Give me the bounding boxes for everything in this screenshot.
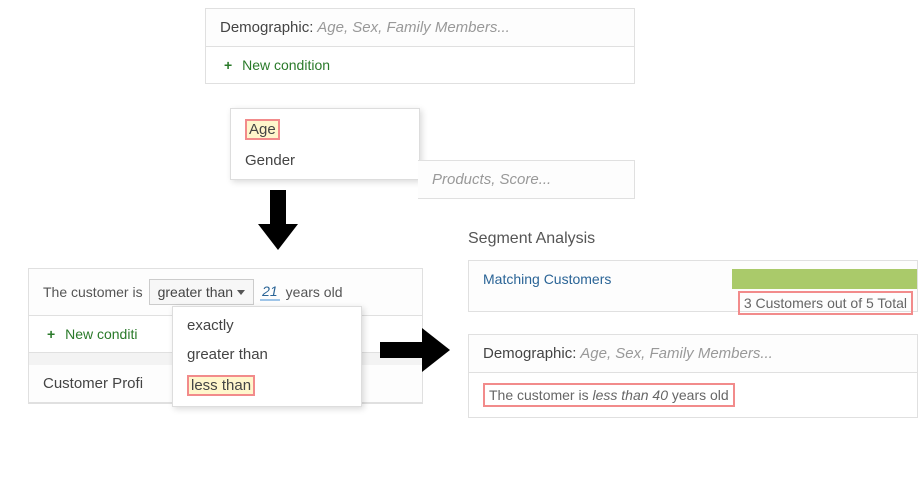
cond-prefix: The customer is bbox=[489, 387, 589, 403]
demographic-hint: Age, Sex, Family Members... bbox=[317, 19, 510, 36]
final-condition-row: The customer is less than 40 years old bbox=[469, 373, 917, 417]
arrow-right-icon bbox=[380, 328, 450, 372]
condition-prefix: The customer is bbox=[43, 284, 143, 300]
new-condition-row[interactable]: + New condition bbox=[206, 47, 634, 83]
age-input[interactable]: 21 bbox=[260, 283, 280, 301]
matching-customers-row: Matching Customers 3 Customers out of 5 … bbox=[468, 260, 918, 312]
less-than-highlight: less than bbox=[187, 375, 255, 396]
op-greater[interactable]: greater than bbox=[173, 340, 361, 369]
demographic-header: Demographic: Age, Sex, Family Members... bbox=[206, 9, 634, 47]
new-condition-label: New condition bbox=[242, 57, 330, 73]
demographic-header-right: Demographic: Age, Sex, Family Members... bbox=[469, 335, 917, 373]
operator-select[interactable]: greater than bbox=[149, 279, 255, 305]
result-total: out of 5 Total bbox=[827, 295, 907, 311]
final-condition-highlight: The customer is less than 40 years old bbox=[483, 383, 735, 407]
second-category-fragment: Products, Score... bbox=[418, 160, 635, 199]
second-hint: Products, Score... bbox=[432, 171, 551, 188]
demographic-panel-top: Demographic: Age, Sex, Family Members...… bbox=[205, 8, 635, 84]
dropdown-item-age[interactable]: Age bbox=[231, 113, 419, 146]
segment-analysis-panel: Segment Analysis Matching Customers 3 Cu… bbox=[468, 222, 918, 418]
age-highlight: Age bbox=[245, 119, 280, 140]
cond-suffix: years old bbox=[672, 387, 729, 403]
age-suffix: years old bbox=[286, 284, 343, 300]
demographic-label: Demographic: bbox=[220, 19, 313, 36]
segment-analysis-title: Segment Analysis bbox=[468, 222, 918, 260]
result-highlight: 3 Customers out of 5 Total bbox=[738, 291, 913, 315]
new-condition-label-2: New conditi bbox=[65, 326, 137, 342]
matching-customers-link[interactable]: Matching Customers bbox=[483, 271, 611, 287]
result-count-box: 3 Customers out of 5 Total bbox=[738, 291, 913, 315]
field-dropdown[interactable]: Age Gender bbox=[230, 108, 420, 180]
demographic-panel-right: Demographic: Age, Sex, Family Members...… bbox=[468, 334, 918, 418]
operator-selected: greater than bbox=[158, 284, 234, 300]
plus-icon: + bbox=[224, 57, 232, 73]
customer-profile-label: Customer Profi bbox=[43, 375, 143, 392]
op-exactly[interactable]: exactly bbox=[173, 311, 361, 340]
result-bar bbox=[732, 269, 917, 289]
demo-hint-right: Age, Sex, Family Members... bbox=[580, 345, 773, 362]
demo-label-right: Demographic: bbox=[483, 345, 576, 362]
chevron-down-icon bbox=[237, 290, 245, 295]
dropdown-item-gender[interactable]: Gender bbox=[231, 146, 419, 175]
cond-val: 40 bbox=[652, 387, 668, 403]
plus-icon: + bbox=[47, 326, 55, 342]
result-count: 3 Customers bbox=[744, 295, 823, 311]
op-less[interactable]: less than bbox=[173, 369, 361, 402]
cond-op: less than bbox=[592, 387, 648, 403]
operator-dropdown[interactable]: exactly greater than less than bbox=[172, 306, 362, 407]
arrow-down-icon bbox=[258, 190, 298, 250]
